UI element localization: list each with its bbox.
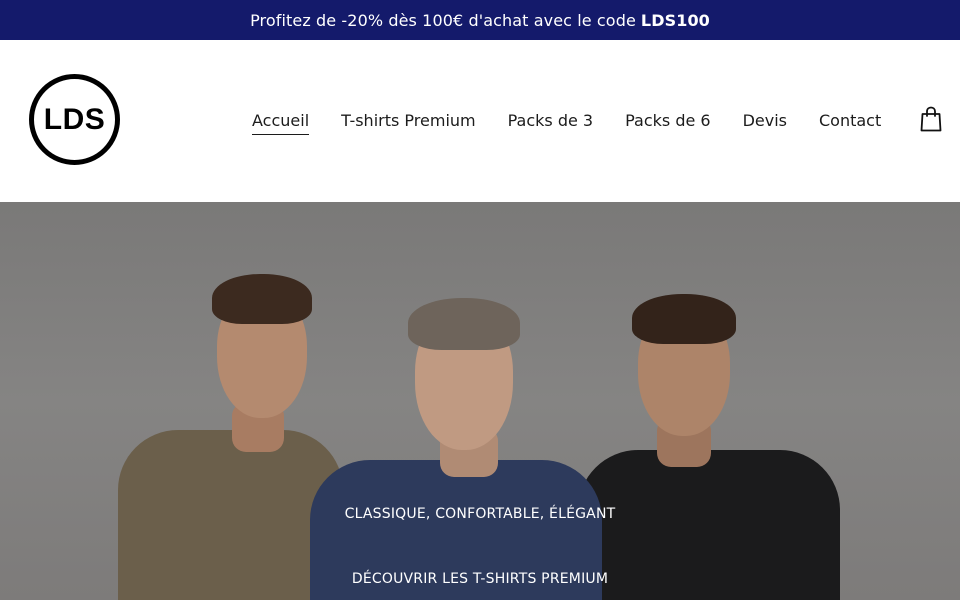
hero-banner: CLASSIQUE, CONFORTABLE, ÉLÉGANT DÉCOUVRI… xyxy=(0,202,960,600)
nav-item-accueil[interactable]: Accueil xyxy=(252,111,310,135)
nav-item-devis[interactable]: Devis xyxy=(743,111,787,130)
nav-item-packs-de-6[interactable]: Packs de 6 xyxy=(625,111,710,130)
discover-premium-link[interactable]: DÉCOUVRIR LES T-SHIRTS PREMIUM xyxy=(0,571,960,587)
shopping-bag-icon xyxy=(920,106,942,132)
brand-logo[interactable]: LDS xyxy=(29,74,120,165)
nav-item-packs-de-3[interactable]: Packs de 3 xyxy=(508,111,593,130)
cart-button[interactable] xyxy=(920,106,942,132)
main-nav: Accueil T-shirts Premium Packs de 3 Pack… xyxy=(252,108,913,135)
nav-item-tshirts-premium[interactable]: T-shirts Premium xyxy=(341,111,475,130)
nav-item-contact[interactable]: Contact xyxy=(819,111,881,130)
announcement-bar: Profitez de -20% dès 100€ d'achat avec l… xyxy=(0,0,960,40)
site-header: LDS Accueil T-shirts Premium Packs de 3 … xyxy=(0,40,960,202)
logo-text: LDS xyxy=(43,102,106,136)
promo-code: LDS100 xyxy=(640,10,710,30)
announcement-text: Profitez de -20% dès 100€ d'achat avec l… xyxy=(250,10,636,30)
hero-tagline: CLASSIQUE, CONFORTABLE, ÉLÉGANT xyxy=(344,506,616,522)
